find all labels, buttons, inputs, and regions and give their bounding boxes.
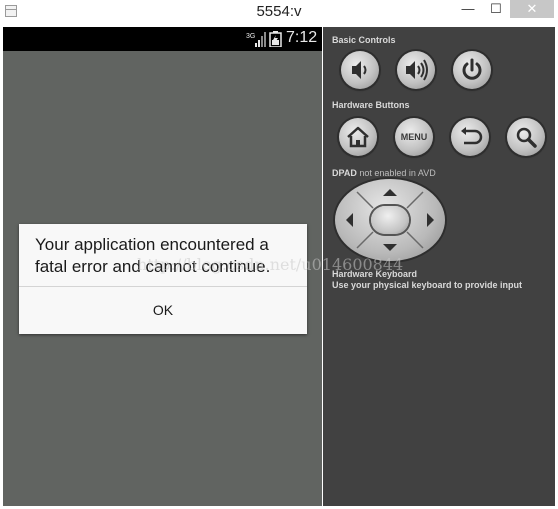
dpad-note: not enabled in AVD (359, 168, 436, 178)
volume-down-icon (352, 61, 367, 79)
emulator-screen[interactable]: 3G 7:12 Your application encountered a f… (3, 27, 322, 506)
dpad-up-arrow-icon[interactable] (380, 186, 400, 198)
dpad-title-label: DPAD (332, 168, 357, 178)
power-icon (462, 58, 482, 80)
back-icon (461, 127, 483, 145)
ok-button[interactable]: OK (19, 287, 307, 334)
maximize-button[interactable]: ☐ (482, 0, 510, 18)
dpad[interactable] (335, 179, 445, 261)
status-clock: 7:12 (286, 29, 318, 46)
hardware-buttons-title: Hardware Buttons (332, 100, 410, 110)
search-icon (516, 127, 537, 148)
controls-panel: Basic Controls Hardware Buttons MENU DPA… (323, 27, 555, 506)
status-bar: 3G 7:12 (3, 27, 322, 51)
home-icon (347, 126, 369, 148)
dpad-title: DPAD not enabled in AVD (332, 168, 436, 178)
dpad-left-arrow-icon[interactable] (343, 210, 355, 230)
minimize-button[interactable]: — (454, 0, 482, 18)
dpad-down-arrow-icon[interactable] (380, 242, 400, 254)
menu-button-label: MENU (400, 132, 428, 142)
window-titlebar: 5554:v — ☐ ✕ (0, 0, 558, 26)
search-button[interactable] (507, 118, 545, 156)
hardware-keyboard-hint: Use your physical keyboard to provide in… (332, 280, 523, 290)
close-button[interactable]: ✕ (510, 0, 554, 18)
volume-up-button[interactable] (397, 51, 435, 89)
home-button[interactable] (339, 118, 377, 156)
signal-icon: 3G (246, 32, 266, 47)
dpad-center-button[interactable] (371, 206, 409, 234)
back-button[interactable] (451, 118, 489, 156)
volume-up-icon (406, 59, 428, 81)
hardware-keyboard-title: Hardware Keyboard (332, 269, 418, 279)
dpad-right-arrow-icon[interactable] (425, 210, 437, 230)
basic-controls-title: Basic Controls (332, 35, 396, 45)
dialog-message: Your application encountered a fatal err… (35, 235, 271, 276)
network-type-label: 3G (246, 33, 255, 40)
error-dialog: Your application encountered a fatal err… (19, 224, 307, 334)
volume-down-button[interactable] (341, 51, 379, 89)
menu-button[interactable]: MENU (395, 118, 433, 156)
power-button[interactable] (453, 51, 491, 89)
battery-icon (269, 31, 282, 47)
